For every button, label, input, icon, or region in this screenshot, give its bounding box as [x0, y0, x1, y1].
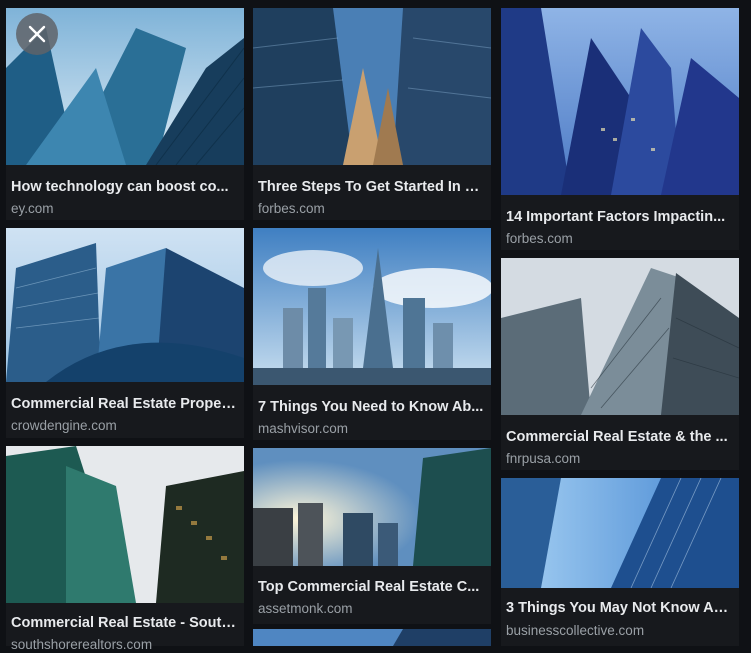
result-title[interactable]: Commercial Real Estate - South...	[11, 614, 238, 632]
result-source: crowdengine.com	[11, 418, 117, 433]
result-source: businesscollective.com	[506, 623, 645, 638]
result-thumbnail[interactable]	[6, 228, 244, 382]
result-card[interactable]	[253, 629, 491, 646]
result-title[interactable]: Commercial Real Estate & the ...	[506, 428, 733, 446]
close-button[interactable]	[16, 13, 58, 55]
result-card[interactable]: 14 Important Factors Impactin... forbes.…	[501, 8, 739, 250]
result-thumbnail[interactable]	[501, 478, 739, 588]
city-skyline-image	[253, 228, 491, 385]
result-thumbnail[interactable]	[253, 448, 491, 566]
result-card[interactable]: 3 Things You May Not Know Ab... business…	[501, 478, 739, 646]
result-title[interactable]: 3 Things You May Not Know Ab...	[506, 599, 733, 617]
result-card[interactable]: Commercial Real Estate Proper... crowden…	[6, 228, 244, 438]
result-card[interactable]: 7 Things You Need to Know Ab... mashviso…	[253, 228, 491, 440]
skyscraper-image	[6, 446, 244, 603]
result-card[interactable]: Top Commercial Real Estate C... assetmon…	[253, 448, 491, 624]
result-title[interactable]: Commercial Real Estate Proper...	[11, 395, 238, 413]
result-source: forbes.com	[258, 201, 325, 216]
result-thumbnail[interactable]	[501, 8, 739, 195]
result-source: mashvisor.com	[258, 421, 349, 436]
result-title[interactable]: 14 Important Factors Impactin...	[506, 208, 733, 226]
result-source: southshorerealtors.com	[11, 637, 153, 652]
result-thumbnail[interactable]	[253, 228, 491, 385]
result-card[interactable]: Commercial Real Estate & the ... fnrpusa…	[501, 258, 739, 470]
skyscraper-image	[253, 629, 491, 646]
result-thumbnail[interactable]	[253, 629, 491, 646]
result-title[interactable]: Three Steps To Get Started In C...	[258, 178, 485, 196]
skyscraper-image	[6, 228, 244, 382]
city-sunset-image	[253, 448, 491, 566]
close-icon	[28, 25, 46, 43]
result-source: assetmonk.com	[258, 601, 353, 616]
result-title[interactable]: Top Commercial Real Estate C...	[258, 578, 485, 596]
result-card[interactable]: Commercial Real Estate - South... souths…	[6, 446, 244, 652]
skyscraper-image	[501, 8, 739, 195]
result-card[interactable]: Three Steps To Get Started In C... forbe…	[253, 8, 491, 220]
result-title[interactable]: How technology can boost co...	[11, 178, 238, 196]
result-thumbnail[interactable]	[253, 8, 491, 165]
skyscraper-image	[501, 478, 739, 588]
result-source: ey.com	[11, 201, 54, 216]
skyscraper-image	[501, 258, 739, 415]
skyscraper-image	[253, 8, 491, 165]
result-source: fnrpusa.com	[506, 451, 581, 466]
result-title[interactable]: 7 Things You Need to Know Ab...	[258, 398, 485, 416]
result-source: forbes.com	[506, 231, 573, 246]
result-thumbnail[interactable]	[501, 258, 739, 415]
result-thumbnail[interactable]	[6, 446, 244, 603]
